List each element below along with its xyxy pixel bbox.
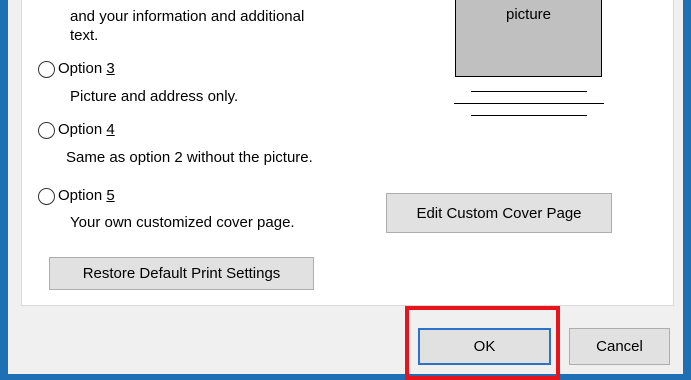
preview-picture-label: picture	[505, 6, 552, 23]
cancel-button[interactable]: Cancel	[569, 328, 670, 365]
option-3-prefix: Option	[58, 60, 107, 77]
window-frame-right	[683, 0, 691, 380]
option-4-radio[interactable]	[38, 122, 55, 139]
window-frame-bottom	[0, 374, 691, 380]
cover-page-preview: picture	[455, 0, 602, 77]
ok-button[interactable]: OK	[418, 328, 551, 365]
option-3-label[interactable]: Option 3	[58, 60, 115, 78]
option-5-number: 5	[106, 187, 115, 204]
option-4-number: 4	[106, 121, 115, 138]
option-3-radio[interactable]	[38, 61, 55, 78]
option-2-description-line1: and your information and additional	[70, 8, 305, 25]
preview-line-3	[471, 115, 587, 116]
option-3-number: 3	[106, 60, 115, 77]
option-5-description: Your own customized cover page.	[70, 214, 295, 231]
option-5-label[interactable]: Option 5	[58, 187, 115, 205]
restore-default-print-settings-button[interactable]: Restore Default Print Settings	[49, 257, 314, 290]
option-4-prefix: Option	[58, 121, 107, 138]
edit-custom-cover-page-button[interactable]: Edit Custom Cover Page	[386, 193, 612, 233]
window-frame-left	[0, 0, 8, 380]
preview-line-2	[454, 103, 604, 104]
option-5-radio[interactable]	[38, 188, 55, 205]
option-4-description: Same as option 2 without the picture.	[66, 149, 313, 166]
option-3-description: Picture and address only.	[70, 88, 239, 105]
option-5-prefix: Option	[58, 187, 107, 204]
option-4-label[interactable]: Option 4	[58, 121, 115, 139]
option-2-description-line2: text.	[70, 27, 99, 44]
preview-line-1	[471, 91, 587, 92]
cover-page-dialog: and your information and additional text…	[8, 0, 683, 380]
